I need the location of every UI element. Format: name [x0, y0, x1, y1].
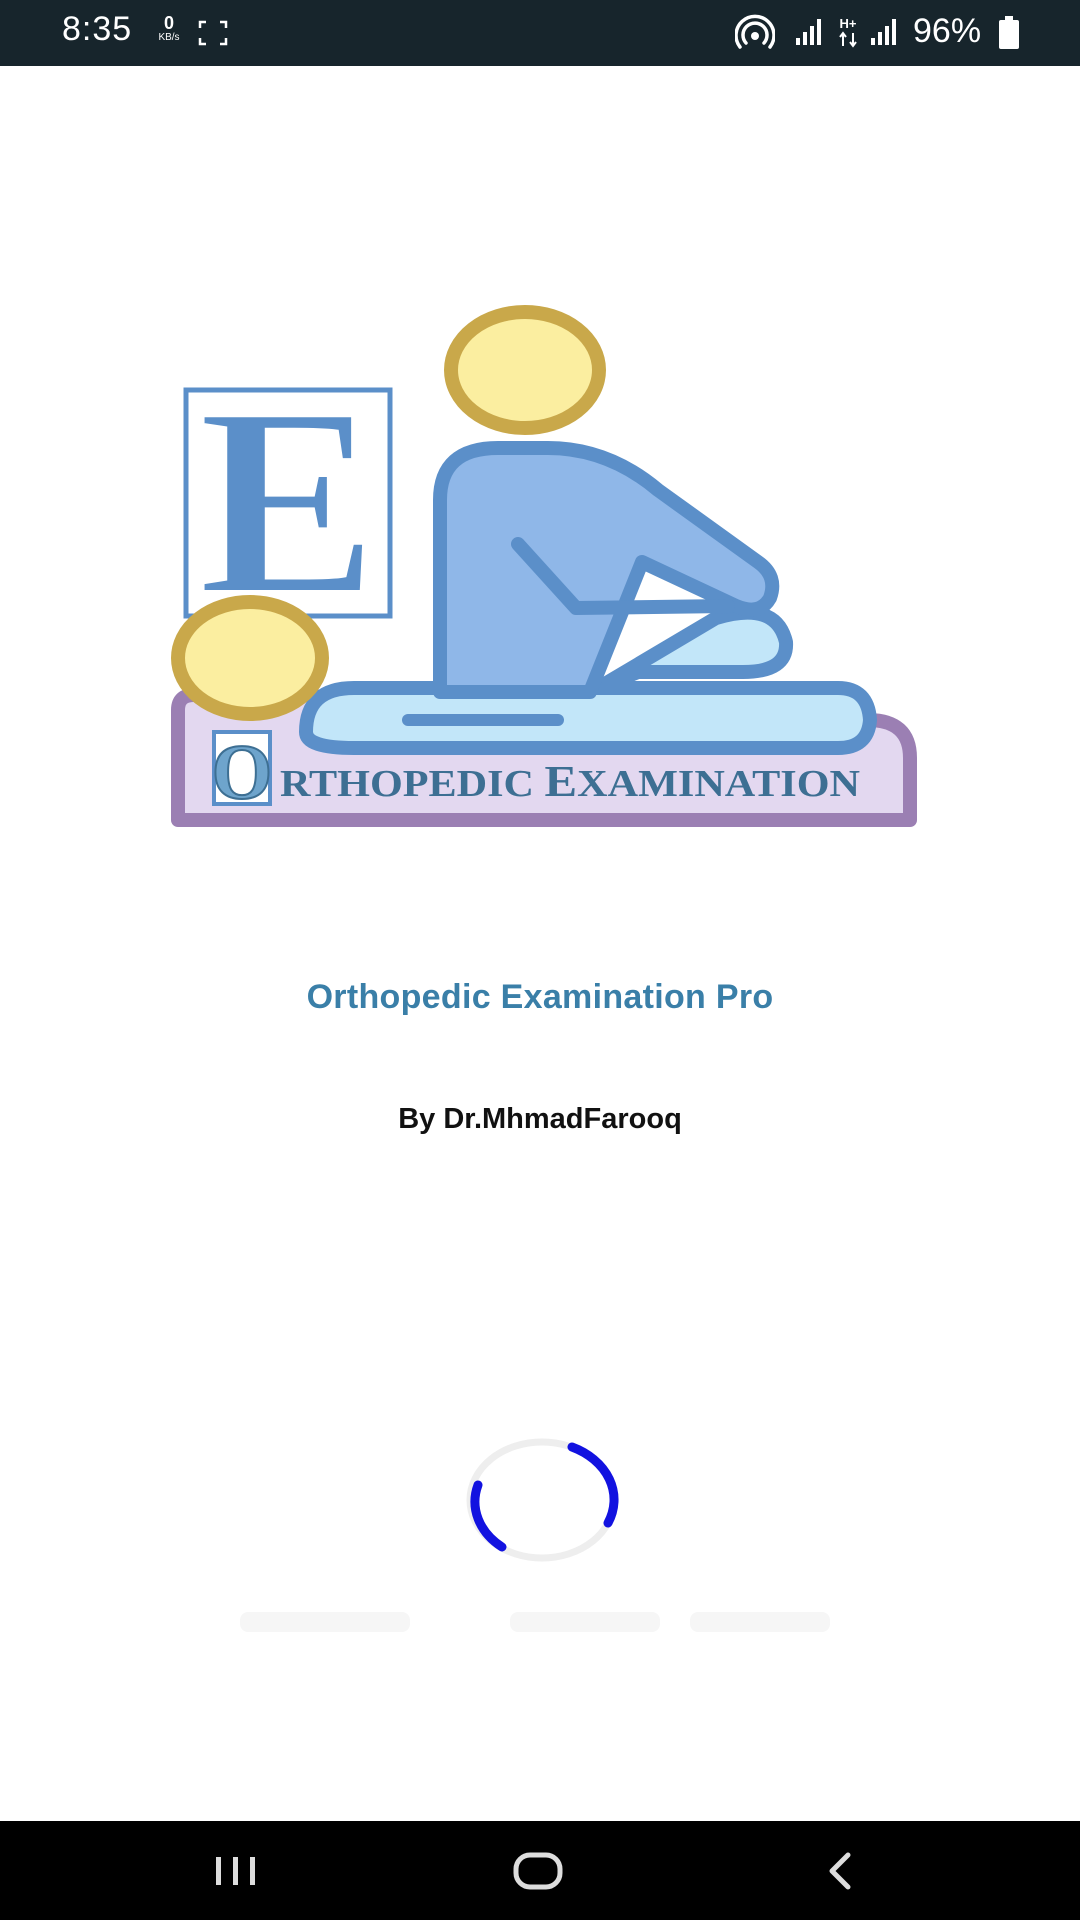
ghost-artifact	[240, 1612, 410, 1632]
network-type-icon: H+	[839, 16, 857, 48]
home-icon[interactable]	[498, 1843, 578, 1899]
author-credit: By Dr.MhmadFarooq	[398, 1103, 682, 1135]
logo-letter-o: O	[211, 727, 274, 816]
signal-icon	[796, 19, 821, 45]
ghost-artifact	[510, 1612, 660, 1632]
navigation-bar	[0, 1821, 1080, 1920]
status-bar: 8:35 0 KB/s H+ 96%	[0, 0, 1080, 66]
battery-icon	[999, 16, 1019, 49]
battery-percent: 96%	[913, 12, 982, 50]
hotspot-icon	[735, 14, 775, 49]
signal-icon	[871, 19, 896, 45]
network-type-label: H+	[840, 16, 857, 31]
ghost-artifact	[690, 1612, 830, 1632]
svg-text:O: O	[212, 728, 273, 815]
app-title: Orthopedic Examination Pro	[306, 978, 774, 1016]
status-time: 8:35	[62, 10, 133, 48]
loading-spinner	[466, 1438, 619, 1562]
app-logo: E O RTHOPEDIC EXAMINATION	[171, 305, 917, 827]
recents-icon[interactable]	[196, 1843, 276, 1899]
back-icon[interactable]	[800, 1843, 880, 1899]
network-speed: 0 KB/s	[152, 14, 186, 43]
logo-head-upper	[444, 305, 606, 435]
splash-screen: 8:35 0 KB/s H+ 96% E O RTHOPEDIC EXAMINA…	[0, 0, 1080, 1920]
network-speed-value: 0	[163, 13, 174, 33]
logo-caption: RTHOPEDIC EXAMINATION	[280, 757, 860, 806]
logo-head-lower	[171, 595, 329, 721]
focus-icon	[198, 20, 228, 46]
network-speed-unit: KB/s	[158, 32, 180, 43]
